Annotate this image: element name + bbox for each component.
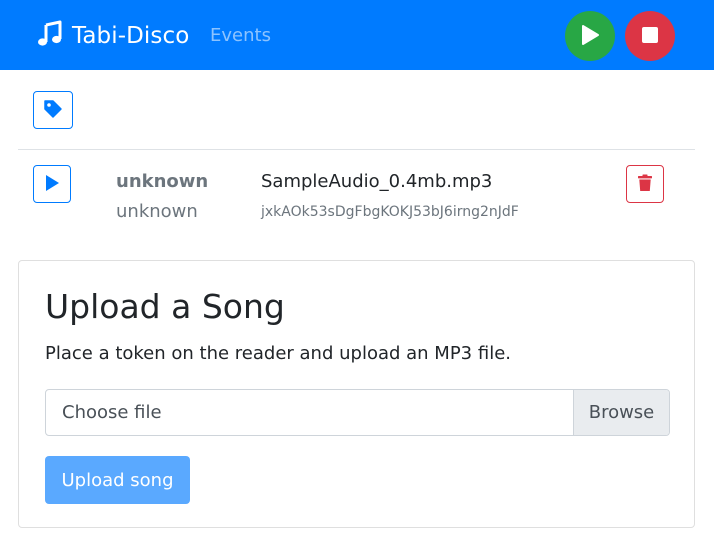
upload-title: Upload a Song bbox=[45, 287, 285, 326]
music-note-icon bbox=[36, 20, 72, 52]
song-artist: unknown bbox=[116, 171, 209, 192]
trash-icon bbox=[637, 174, 653, 195]
stop-icon bbox=[641, 26, 659, 47]
play-song-button[interactable] bbox=[33, 165, 71, 203]
upload-song-button[interactable]: Upload song bbox=[45, 456, 190, 504]
brand-name: Tabi-Disco bbox=[72, 23, 190, 49]
file-input-placeholder: Choose file bbox=[62, 402, 162, 423]
browse-button[interactable]: Browse bbox=[573, 390, 669, 435]
upload-description: Place a token on the reader and upload a… bbox=[45, 343, 511, 364]
file-input[interactable]: Choose file Browse bbox=[45, 389, 670, 436]
divider bbox=[18, 149, 695, 150]
upload-card: Upload a Song Place a token on the reade… bbox=[18, 260, 695, 528]
navbar: Tabi-Disco Events bbox=[0, 0, 714, 70]
play-all-button[interactable] bbox=[565, 11, 615, 61]
stop-button[interactable] bbox=[625, 11, 675, 61]
tag-icon bbox=[43, 99, 63, 122]
play-icon bbox=[44, 174, 60, 195]
delete-song-button[interactable] bbox=[626, 165, 664, 203]
tag-button[interactable] bbox=[33, 91, 73, 129]
nav-link-events[interactable]: Events bbox=[210, 25, 271, 46]
play-icon bbox=[580, 24, 600, 49]
song-token: jxkAOk53sDgFbgKOKJ53bJ6irng2nJdF bbox=[261, 204, 519, 220]
song-filename: SampleAudio_0.4mb.mp3 bbox=[261, 171, 493, 192]
song-album: unknown bbox=[116, 201, 198, 222]
brand-link[interactable]: Tabi-Disco bbox=[36, 20, 189, 52]
